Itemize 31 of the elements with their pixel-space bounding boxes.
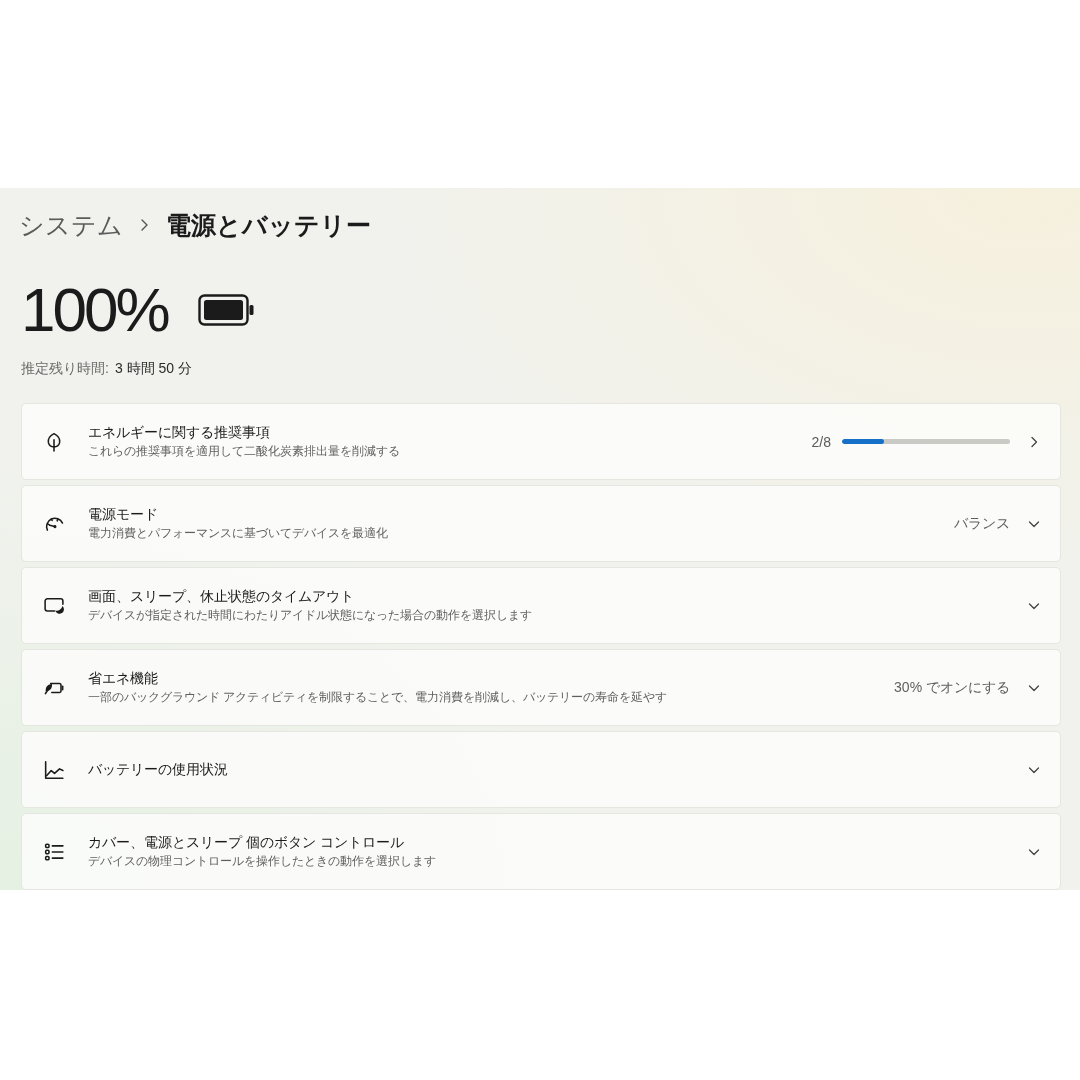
remaining-time-value: 3 時間 50 分 [114, 359, 192, 378]
setting-title: エネルギーに関する推奨事項 [88, 424, 271, 441]
setting-title: バッテリーの使用状況 [88, 761, 229, 778]
page-title: 電源とバッテリー [166, 209, 371, 241]
remaining-time-label: 推定残り時間: [21, 359, 109, 378]
setting-description: デバイスが指定された時間にわたりアイドル状態になった場合の動作を選択します [88, 608, 533, 623]
breadcrumb-link[interactable]: システム [19, 208, 123, 242]
line-chart-icon [44, 759, 64, 780]
battery-percentage: 100% [21, 273, 168, 346]
setting-card[interactable]: 省エネ機能 一部のバックグラウンド アクティビティを制限することで、電力消費を削減し、バッテリーの寿命を延やす 30% でオンにする [21, 649, 1061, 726]
setting-title: 電源モード [88, 506, 159, 523]
setting-value: 30% でオンにする [894, 678, 1010, 697]
chevron-right-icon [1028, 435, 1040, 448]
setting-title: 省エネ機能 [88, 670, 159, 687]
setting-title: カバー、電源とスリープ 個のボタン コントロール [88, 834, 405, 851]
setting-card[interactable]: 画面、スリープ、休止状態のタイムアウト デバイスが指定された時間にわたりアイドル状態になった場合の動作を選択します [21, 567, 1061, 644]
setting-card[interactable]: カバー、電源とスリープ 個のボタン コントロール デバイスの物理コントロールを操作したときの動作を選択します [21, 813, 1061, 890]
setting-description: 電力消費とパフォーマンスに基づいてデバイスを最適化 [88, 526, 389, 541]
battery-icon [197, 293, 254, 326]
setting-description: 一部のバックグラウンド アクティビティを制限することで、電力消費を削減し、バッテリーの寿命を延やす [88, 690, 669, 705]
monitor-moon-icon [44, 595, 64, 616]
setting-card[interactable]: エネルギーに関する推奨事項 これらの推奨事項を適用して二酸化炭素排出量を削減する 2/8 [21, 403, 1061, 480]
setting-card[interactable]: 電源モード 電力消費とパフォーマンスに基づいてデバイスを最適化 バランス [21, 485, 1061, 562]
chevron-right-icon [141, 219, 148, 232]
setting-description: これらの推奨事項を適用して二酸化炭素排出量を削減する [88, 444, 401, 459]
setting-title: 画面、スリープ、休止状態のタイムアウト [88, 588, 355, 605]
list-icon [44, 841, 64, 862]
progress-count: 2/8 [811, 433, 831, 450]
setting-value: バランス [954, 514, 1010, 533]
setting-description: デバイスの物理コントロールを操作したときの動作を選択します [88, 854, 437, 869]
setting-card[interactable]: バッテリーの使用状況 [21, 731, 1061, 808]
